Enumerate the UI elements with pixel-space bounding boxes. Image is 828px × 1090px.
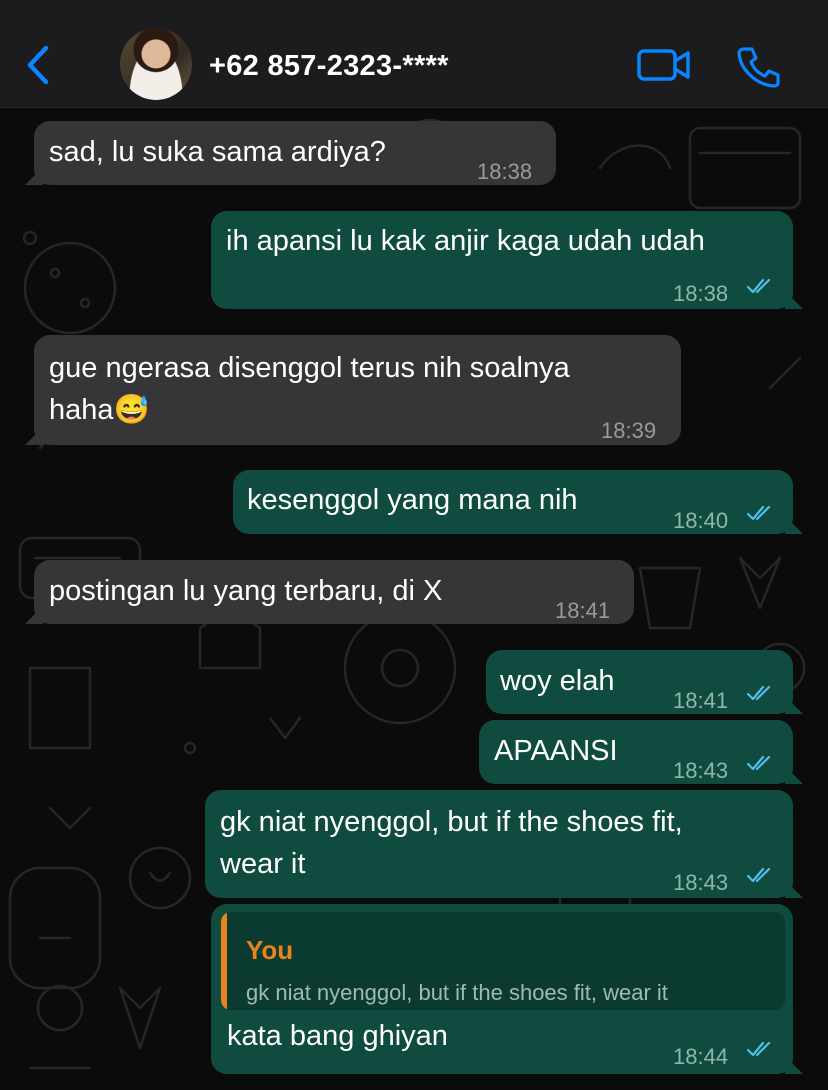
double-check-icon xyxy=(747,685,771,701)
double-check-icon xyxy=(747,278,771,294)
message-text-line: haha😅 xyxy=(49,394,150,426)
message-text: sad, lu suka sama ardiya? xyxy=(49,136,386,168)
contact-name[interactable]: +62 857-2323-**** xyxy=(209,50,449,83)
chat-header: +62 857-2323-**** xyxy=(0,0,828,108)
message-bubble-incoming[interactable]: sad, lu suka sama ardiya? 18:38 xyxy=(34,121,556,185)
message-text: kesenggol yang mana nih xyxy=(247,484,578,516)
message-time: 18:40 xyxy=(673,508,729,533)
message-text-line: gue ngerasa disenggol terus nih soalnya xyxy=(49,352,570,384)
quoted-author: You xyxy=(246,935,294,965)
message-time: 18:41 xyxy=(673,688,729,713)
double-check-icon xyxy=(747,1041,771,1057)
message-bubble-incoming[interactable]: postingan lu yang terbaru, di X 18:41 xyxy=(34,560,634,624)
chat-area[interactable]: sad, lu suka sama ardiya? 18:38 ih apans… xyxy=(0,108,828,1090)
contact-avatar[interactable] xyxy=(120,28,192,100)
back-chevron-icon[interactable] xyxy=(20,40,56,90)
message-time: 18:38 xyxy=(673,281,729,306)
message-bubble-incoming[interactable]: gue ngerasa disenggol terus nih soalnya … xyxy=(34,335,681,445)
message-time: 18:43 xyxy=(673,870,729,895)
message-bubble-outgoing-reply[interactable]: You gk niat nyenggol, but if the shoes f… xyxy=(211,904,793,1074)
message-text: kata bang ghiyan xyxy=(227,1020,448,1052)
message-bubble-outgoing[interactable]: ih apansi lu kak anjir kaga udah udah 18… xyxy=(211,211,793,309)
message-time: 18:41 xyxy=(555,598,611,623)
message-text-line: gk niat nyenggol, but if the shoes fit, xyxy=(220,806,683,838)
double-check-icon xyxy=(747,755,771,771)
message-text: APAANSI xyxy=(494,735,618,767)
message-time: 18:44 xyxy=(673,1044,729,1069)
double-check-icon xyxy=(747,505,771,521)
message-text-line: wear it xyxy=(220,848,306,880)
phone-icon[interactable] xyxy=(736,44,780,88)
message-time: 18:43 xyxy=(673,758,729,783)
video-camera-icon[interactable] xyxy=(636,46,692,84)
quoted-message[interactable]: You gk niat nyenggol, but if the shoes f… xyxy=(221,912,785,1010)
message-time: 18:39 xyxy=(601,418,657,443)
message-bubble-outgoing[interactable]: APAANSI 18:43 xyxy=(479,720,793,784)
message-text: ih apansi lu kak anjir kaga udah udah xyxy=(226,225,705,257)
double-check-icon xyxy=(747,867,771,883)
message-bubble-outgoing[interactable]: kesenggol yang mana nih 18:40 xyxy=(233,470,793,534)
message-text: postingan lu yang terbaru, di X xyxy=(49,575,443,607)
message-time: 18:38 xyxy=(477,159,533,184)
message-text: woy elah xyxy=(500,665,615,697)
quote-accent-bar xyxy=(221,912,227,1010)
message-bubble-outgoing[interactable]: gk niat nyenggol, but if the shoes fit, … xyxy=(205,790,793,898)
quoted-text: gk niat nyenggol, but if the shoes fit, … xyxy=(246,980,668,1005)
message-bubble-outgoing[interactable]: woy elah 18:41 xyxy=(486,650,793,714)
